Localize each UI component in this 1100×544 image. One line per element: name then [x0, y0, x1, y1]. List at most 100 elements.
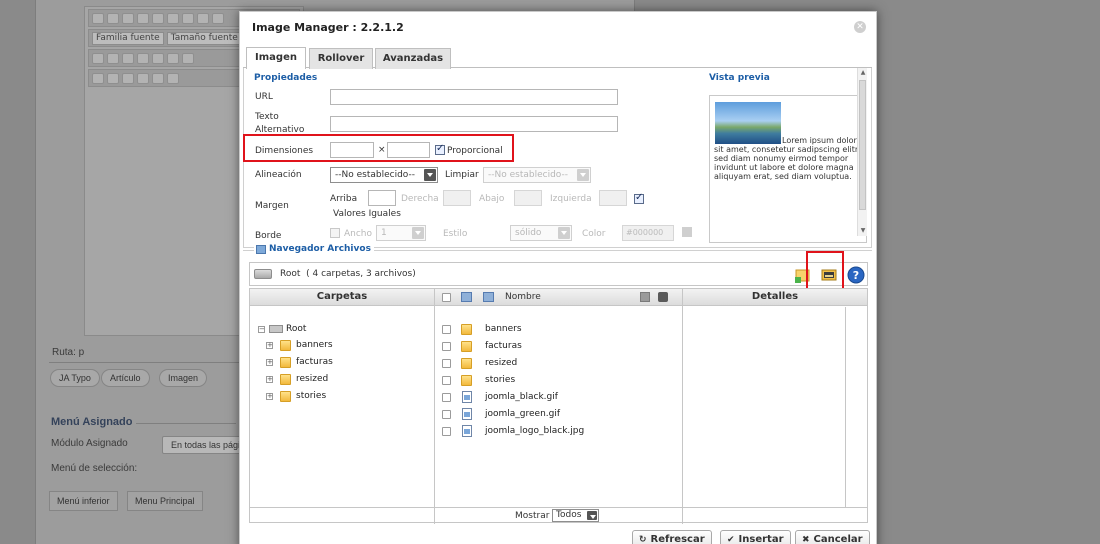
- chevron-down-icon: [412, 227, 424, 239]
- alignment-select[interactable]: --No establecido--: [330, 167, 438, 183]
- file-browser-toolbar: Root ( 4 carpetas, 3 archivos) ?: [249, 262, 868, 286]
- image-file-icon: [462, 425, 472, 437]
- name-column-header[interactable]: Nombre: [435, 289, 682, 306]
- refresh-button[interactable]: ↻ Refrescar: [632, 530, 712, 544]
- properties-scrollbar[interactable]: ▲ ▼: [857, 68, 867, 236]
- show-select-value: Todos: [556, 510, 582, 520]
- preview-box: Lorem ipsum dolor sit amet, consetetur s…: [709, 95, 867, 243]
- clear-select-value: --No establecido--: [488, 170, 568, 180]
- item-checkbox[interactable]: [442, 410, 451, 419]
- list-item[interactable]: joomla_logo_black.jpg: [435, 425, 682, 439]
- expand-icon[interactable]: +: [266, 342, 273, 349]
- image-manager-dialog: Image Manager : 2.2.1.2 ✕ Imagen Rollove…: [239, 11, 877, 544]
- toolbar-icon: [182, 52, 194, 64]
- refresh-icon: ↻: [639, 535, 647, 544]
- clear-label: Limpiar: [445, 170, 479, 180]
- margin-right-input[interactable]: [443, 190, 471, 206]
- item-name: joomla_logo_black.jpg: [485, 426, 585, 436]
- border-width-select[interactable]: 1: [376, 225, 426, 241]
- expand-icon[interactable]: +: [266, 376, 273, 383]
- scroll-thumb[interactable]: [859, 80, 866, 210]
- image-button: Imagen: [159, 369, 208, 387]
- tree-folder[interactable]: + stories: [250, 390, 434, 404]
- item-checkbox[interactable]: [442, 359, 451, 368]
- column-divider: [682, 508, 683, 524]
- show-select[interactable]: Todos: [552, 509, 599, 522]
- margin-left-input[interactable]: [599, 190, 627, 206]
- column-divider: [434, 508, 435, 524]
- insert-label: Insertar: [738, 534, 784, 544]
- tree-folder-label: resized: [296, 374, 329, 384]
- item-checkbox[interactable]: [442, 393, 451, 402]
- item-checkbox[interactable]: [442, 427, 451, 436]
- list-item[interactable]: resized: [435, 357, 682, 371]
- chevron-down-icon: [424, 169, 436, 181]
- tree-folder[interactable]: + banners: [250, 339, 434, 353]
- color-picker-icon[interactable]: [682, 227, 692, 237]
- border-style-value: sólido: [515, 228, 542, 238]
- tree-folder[interactable]: + resized: [250, 373, 434, 387]
- insert-button[interactable]: ✔ Insertar: [720, 530, 791, 544]
- tab-avanzadas[interactable]: Avanzadas: [375, 48, 451, 69]
- tree-root[interactable]: − Root: [250, 323, 434, 337]
- folder-icon: [461, 375, 472, 386]
- close-icon[interactable]: ✕: [854, 21, 866, 33]
- toolbar-icon: [167, 72, 179, 84]
- alt-text-input[interactable]: [330, 116, 618, 132]
- file-list-footer: Mostrar Todos: [250, 507, 867, 524]
- folder-icon: [461, 324, 472, 335]
- margin-top-input[interactable]: [368, 190, 396, 206]
- folder-icon: [280, 374, 291, 385]
- cancel-button[interactable]: ✖ Cancelar: [795, 530, 870, 544]
- toolbar-icon: [92, 12, 104, 24]
- refresh-label: Refrescar: [650, 534, 705, 544]
- tree-root-label: Root: [286, 324, 307, 334]
- border-color-input[interactable]: #000000: [622, 225, 674, 241]
- root-label: Root: [280, 269, 301, 279]
- folder-icon: [280, 357, 291, 368]
- border-style-select[interactable]: sólido: [510, 225, 572, 241]
- expand-icon[interactable]: +: [266, 359, 273, 366]
- url-input[interactable]: [330, 89, 618, 105]
- tab-imagen[interactable]: Imagen: [246, 47, 306, 69]
- list-item[interactable]: joomla_black.gif: [435, 391, 682, 405]
- item-checkbox[interactable]: [442, 342, 451, 351]
- toolbar-icon: [137, 52, 149, 64]
- alignment-label: Alineación: [255, 170, 302, 180]
- details-view-icon[interactable]: [640, 292, 650, 302]
- border-label: Borde: [255, 231, 282, 241]
- margin-bottom-input[interactable]: [514, 190, 542, 206]
- help-icon[interactable]: ?: [846, 265, 866, 285]
- list-item[interactable]: stories: [435, 374, 682, 388]
- tab-rollover[interactable]: Rollover: [309, 48, 373, 69]
- file-browser-title: Navegador Archivos: [269, 244, 371, 254]
- list-item[interactable]: joomla_green.gif: [435, 408, 682, 422]
- collapse-icon[interactable]: −: [258, 326, 265, 333]
- chevron-down-icon: [577, 169, 589, 181]
- view-icon[interactable]: [461, 292, 472, 302]
- item-checkbox[interactable]: [442, 325, 451, 334]
- clear-select[interactable]: --No establecido--: [483, 167, 591, 183]
- close-icon: ✖: [802, 535, 810, 544]
- toolbar-icon: [137, 72, 149, 84]
- scroll-down-icon[interactable]: ▼: [859, 227, 867, 235]
- select-all-checkbox[interactable]: [442, 293, 451, 302]
- drive-icon: [254, 269, 272, 279]
- item-name: stories: [485, 375, 516, 385]
- scroll-up-icon[interactable]: ▲: [859, 69, 867, 77]
- file-browser-legend: Navegador Archivos: [254, 244, 374, 254]
- list-item[interactable]: banners: [435, 323, 682, 337]
- toolbar-icon: [107, 52, 119, 64]
- toolbar-icon: [92, 52, 104, 64]
- align-icon: [212, 12, 224, 24]
- border-checkbox[interactable]: [330, 228, 340, 238]
- margin-left-label: Izquierda: [550, 194, 592, 204]
- name-header-label: Nombre: [505, 292, 541, 302]
- expand-icon[interactable]: +: [266, 393, 273, 400]
- item-checkbox[interactable]: [442, 376, 451, 385]
- tree-folder[interactable]: + facturas: [250, 356, 434, 370]
- sort-icon[interactable]: [483, 292, 494, 302]
- list-item[interactable]: facturas: [435, 340, 682, 354]
- binoculars-icon[interactable]: [658, 292, 668, 302]
- equal-values-checkbox[interactable]: [634, 192, 644, 204]
